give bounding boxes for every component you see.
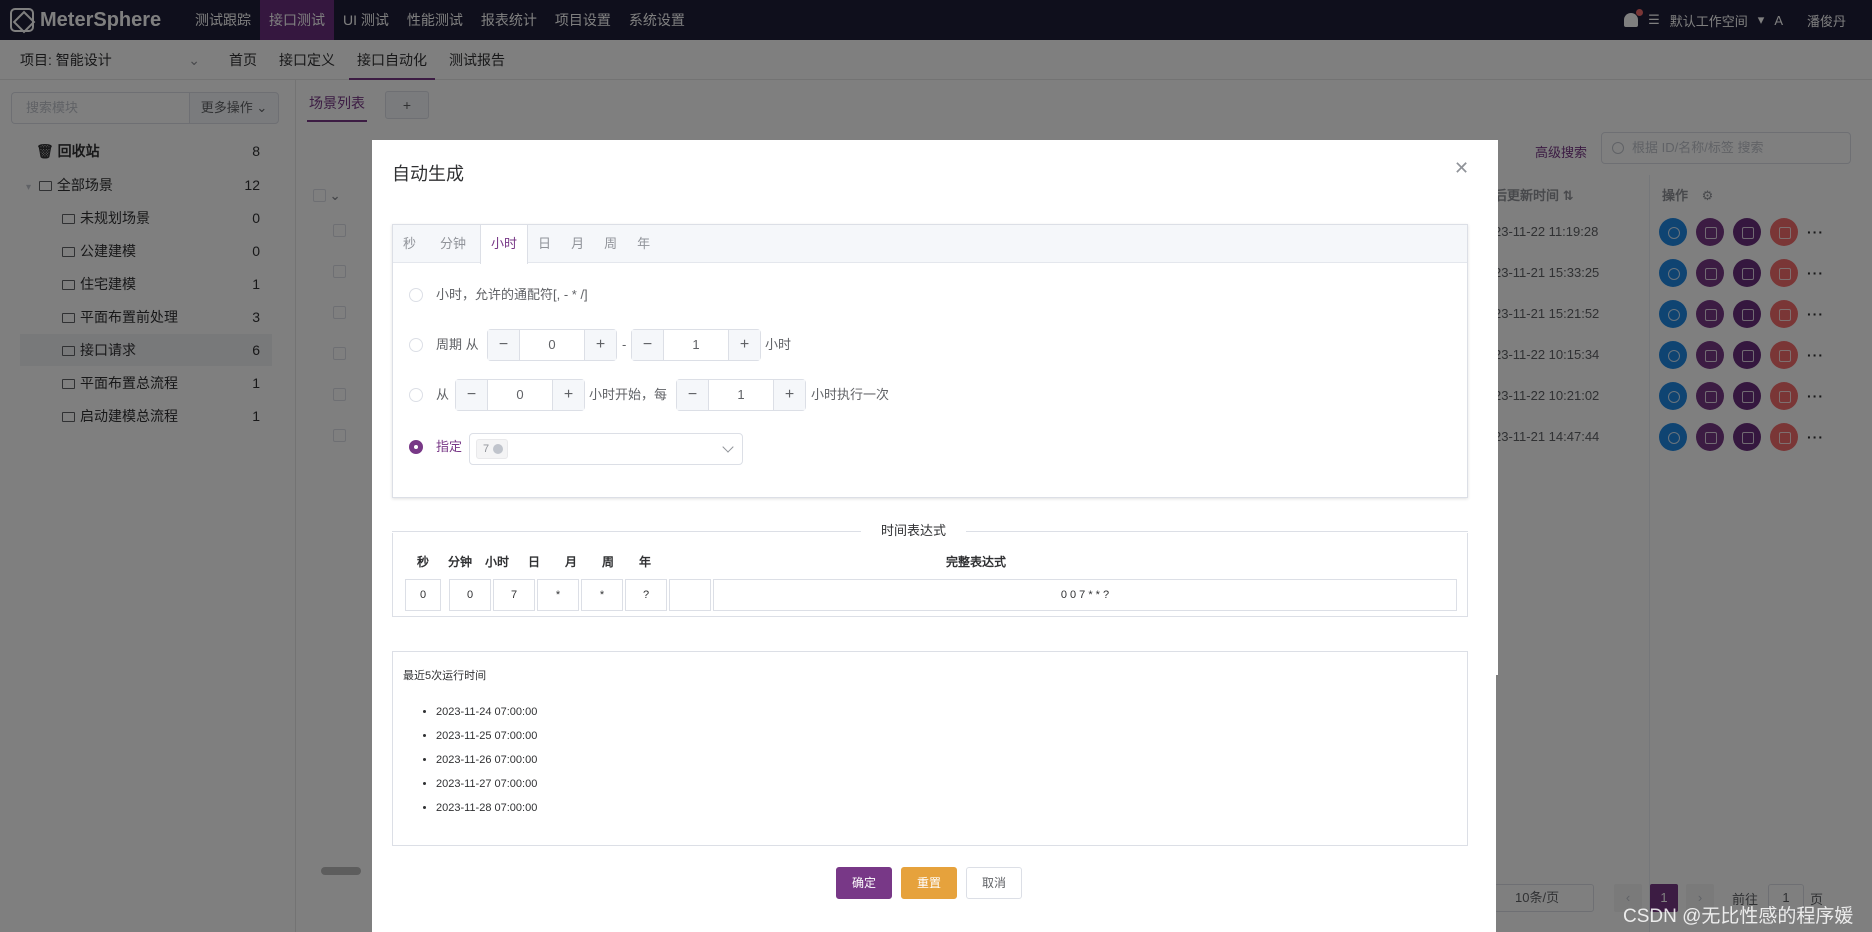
- expr-header-month: 月: [564, 555, 577, 569]
- radio-from-every[interactable]: [409, 388, 423, 402]
- stepper-value[interactable]: 1: [709, 380, 773, 410]
- option-cycle-label: 周期 从: [436, 337, 479, 352]
- every-stepper[interactable]: − 1 +: [676, 379, 806, 411]
- radio-cycle[interactable]: [409, 338, 423, 352]
- stepper-value[interactable]: 0: [520, 330, 584, 360]
- list-item: 2023-11-26 07:00:00: [436, 748, 537, 772]
- tag-close-icon[interactable]: [493, 444, 504, 454]
- selected-tag: 7: [476, 439, 509, 459]
- confirm-button[interactable]: 确定: [836, 867, 893, 899]
- list-item: 2023-11-25 07:00:00: [436, 724, 537, 748]
- tab-year[interactable]: 年: [627, 225, 660, 263]
- plus-icon[interactable]: +: [728, 330, 760, 360]
- recent-runs-panel: 最近5次运行时间 2023-11-24 07:00:00 2023-11-25 …: [392, 651, 1468, 846]
- tab-hour[interactable]: 小时: [480, 225, 529, 264]
- minus-icon[interactable]: −: [456, 380, 488, 410]
- list-item: 2023-11-24 07:00:00: [436, 700, 537, 724]
- cron-unit-tabs: 秒 分钟 小时 日 月 周 年: [393, 225, 1467, 264]
- expression-table: 秒 分钟 小时 日 月 周 年 完整表达式 0 0 7 * * ? 0 0 7 …: [392, 533, 1468, 617]
- cycle-suffix: 小时: [765, 337, 792, 352]
- expr-value-full: 0 0 7 * * ?: [713, 579, 1457, 611]
- cycle-to-stepper[interactable]: − 1 +: [631, 329, 761, 361]
- tab-day[interactable]: 日: [528, 225, 561, 263]
- recent-runs-list: 2023-11-24 07:00:00 2023-11-25 07:00:00 …: [436, 700, 537, 820]
- reset-button[interactable]: 重置: [901, 867, 958, 899]
- expr-header-full: 完整表达式: [945, 555, 1006, 569]
- tag-label: 7: [483, 443, 490, 455]
- specify-hours-select[interactable]: 7: [469, 433, 743, 465]
- minus-icon[interactable]: −: [632, 330, 664, 360]
- cron-editor: 秒 分钟 小时 日 月 周 年 小时，允许的通配符[, - * /] 周期 从 …: [392, 224, 1468, 498]
- list-item: 2023-11-28 07:00:00: [436, 796, 537, 820]
- expr-value-year: [669, 579, 711, 611]
- plus-icon[interactable]: +: [773, 380, 805, 410]
- option-specify-label: 指定: [436, 439, 463, 454]
- tab-minute[interactable]: 分钟: [426, 225, 480, 263]
- close-icon[interactable]: ✕: [1454, 158, 1469, 179]
- expr-value-hour: 7: [493, 579, 535, 611]
- watermark-text: CSDN @无比性感的程序媛: [1623, 906, 1854, 927]
- stepper-value[interactable]: 0: [488, 380, 552, 410]
- cycle-dash: -: [622, 337, 627, 352]
- expr-value-second: 0: [405, 579, 441, 611]
- plus-icon[interactable]: +: [584, 330, 616, 360]
- expr-value-day: *: [537, 579, 579, 611]
- from-mid-text: 小时开始，每: [589, 387, 668, 402]
- option-wildcard-label: 小时，允许的通配符[, - * /]: [436, 287, 588, 302]
- expr-value-month: *: [581, 579, 623, 611]
- stepper-value[interactable]: 1: [664, 330, 728, 360]
- cycle-from-stepper[interactable]: − 0 +: [487, 329, 617, 361]
- expr-header-year: 年: [638, 555, 651, 569]
- minus-icon[interactable]: −: [677, 380, 709, 410]
- dialog-title: 自动生成: [392, 164, 464, 184]
- radio-wildcard[interactable]: [409, 288, 423, 302]
- plus-icon[interactable]: +: [552, 380, 584, 410]
- from-suffix-text: 小时执行一次: [811, 387, 890, 402]
- auto-generate-dialog: 自动生成 ✕ 秒 分钟 小时 日 月 周 年 小时，允许的通配符[, - * /…: [372, 140, 1496, 932]
- expr-value-week: ?: [625, 579, 667, 611]
- expr-header-week: 周: [601, 555, 614, 569]
- dialog-footer: 确定 重置 取消: [836, 867, 1031, 899]
- tab-second[interactable]: 秒: [393, 225, 426, 263]
- minus-icon[interactable]: −: [488, 330, 520, 360]
- radio-specify[interactable]: [409, 440, 423, 454]
- tab-month[interactable]: 月: [561, 225, 594, 263]
- chevron-down-icon: [722, 441, 734, 453]
- list-item: 2023-11-27 07:00:00: [436, 772, 537, 796]
- expr-header-day: 日: [527, 555, 540, 569]
- expr-value-minute: 0: [449, 579, 491, 611]
- expr-header-second: 秒: [416, 555, 429, 569]
- expr-header-minute: 分钟: [447, 555, 472, 569]
- option-from-label: 从: [436, 387, 450, 402]
- recent-runs-title: 最近5次运行时间: [403, 670, 487, 682]
- cancel-button[interactable]: 取消: [966, 867, 1023, 899]
- tab-week[interactable]: 周: [594, 225, 627, 263]
- expr-header-hour: 小时: [484, 555, 509, 569]
- from-start-stepper[interactable]: − 0 +: [455, 379, 585, 411]
